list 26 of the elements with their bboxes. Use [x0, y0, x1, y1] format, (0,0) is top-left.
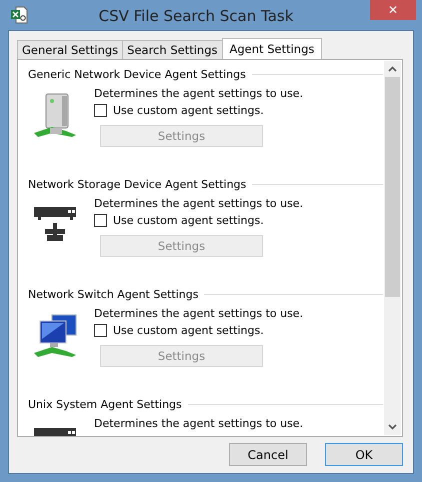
description-text: Determines the agent settings to use.: [94, 87, 304, 100]
checkbox-label[interactable]: Use custom agent settings.: [113, 104, 264, 117]
section-title: Network Switch Agent Settings: [28, 288, 198, 301]
section-title: Generic Network Device Agent Settings: [28, 68, 246, 81]
scrollbar[interactable]: [384, 61, 401, 435]
tab[interactable]: Agent Settings: [222, 38, 322, 59]
scroll-thumb[interactable]: [385, 77, 400, 297]
description-text: Determines the agent settings to use.: [94, 417, 304, 430]
checkbox[interactable]: [94, 324, 107, 337]
scroll-up-icon[interactable]: [388, 66, 397, 72]
checkbox-label[interactable]: Use custom agent settings.: [113, 324, 264, 337]
description-text: Determines the agent settings to use.: [94, 307, 304, 320]
tab[interactable]: General Settings: [17, 40, 124, 59]
scroll-down-icon[interactable]: [388, 424, 397, 430]
section-title: Unix System Agent Settings: [28, 398, 182, 411]
checkbox-label[interactable]: Use custom agent settings.: [113, 214, 264, 227]
description-text: Determines the agent settings to use.: [94, 197, 304, 210]
cancel-button[interactable]: Cancel: [229, 443, 307, 466]
tab[interactable]: Search Settings: [122, 40, 222, 59]
window-title: CSV File Search Scan Task: [98, 6, 294, 24]
ok-button[interactable]: OK: [325, 443, 403, 466]
checkbox[interactable]: [94, 104, 107, 117]
close-button[interactable]: ✕: [370, 0, 416, 20]
checkbox[interactable]: [94, 214, 107, 227]
section-title: Network Storage Device Agent Settings: [28, 178, 246, 191]
spreadsheet-file-icon: [10, 6, 28, 24]
